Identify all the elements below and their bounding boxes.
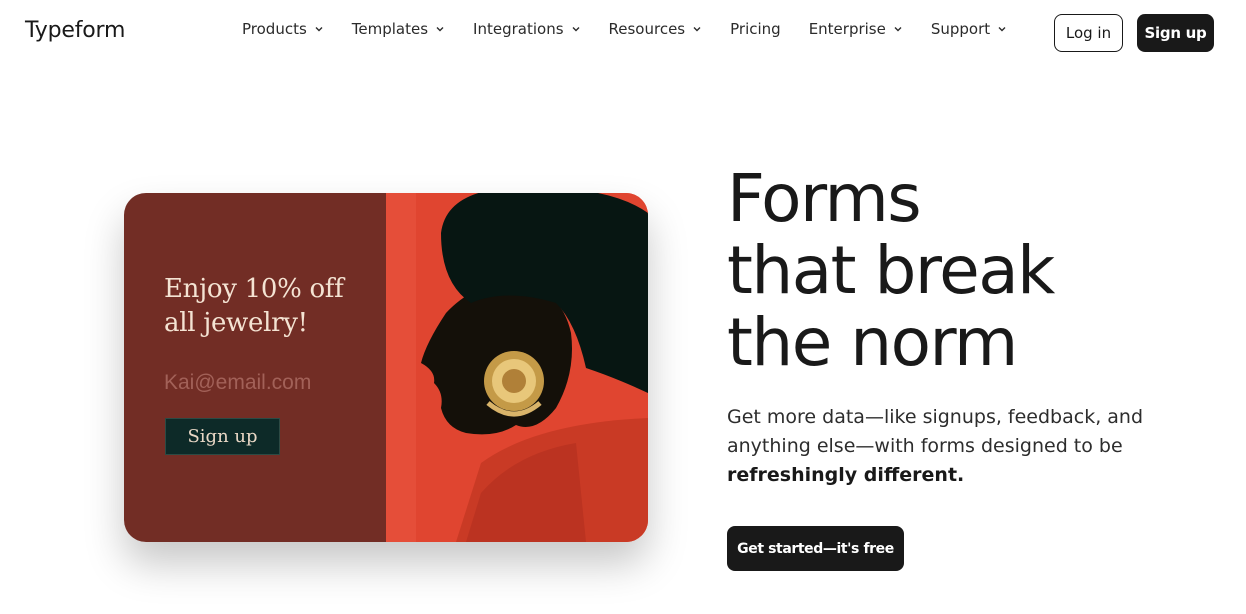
hero-title-line: the norm: [727, 304, 1018, 381]
nav-item-pricing[interactable]: Pricing: [730, 20, 781, 38]
nav-item-label: Integrations: [473, 20, 564, 38]
nav-item-label: Support: [930, 20, 991, 38]
hero-subtitle-text: Get more data—like signups, feedback, an…: [727, 406, 1144, 457]
card-signup-button: Sign up: [165, 418, 280, 455]
login-button[interactable]: Log in: [1054, 14, 1123, 52]
card-email-placeholder: Kai@email.com: [164, 371, 312, 394]
portrait-image: [386, 193, 648, 542]
nav-item-products[interactable]: Products: [242, 20, 324, 38]
chevron-down-icon: [572, 27, 580, 32]
nav-item-label: Templates: [351, 20, 429, 38]
chevron-down-icon: [693, 27, 701, 32]
chevron-down-icon: [315, 27, 323, 32]
main-nav: Products Templates Integrations Resource…: [242, 20, 1007, 38]
form-preview-card: Enjoy 10% off all jewelry! Kai@email.com…: [124, 193, 648, 542]
card-headline: Enjoy 10% off all jewelry!: [164, 272, 374, 340]
hero-title: Forms that break the norm: [727, 160, 1055, 381]
nav-item-label: Resources: [608, 20, 686, 38]
typeform-logo[interactable]: Typeform: [25, 18, 125, 43]
chevron-down-icon: [998, 27, 1006, 32]
site-header: Typeform Products Templates Integrations…: [0, 0, 1246, 64]
hero-title-line: that break: [727, 232, 1055, 309]
nav-item-templates[interactable]: Templates: [352, 20, 445, 38]
hero-subtitle-emphasis: refreshingly different.: [727, 464, 965, 486]
card-headline-line: all jewelry!: [164, 308, 308, 338]
nav-item-enterprise[interactable]: Enterprise: [809, 20, 903, 38]
nav-item-integrations[interactable]: Integrations: [473, 20, 580, 38]
portrait-silhouette-illustration: [386, 193, 648, 542]
chevron-down-icon: [436, 27, 444, 32]
chevron-down-icon: [894, 27, 902, 32]
nav-item-resources[interactable]: Resources: [609, 20, 703, 38]
card-form-panel: Enjoy 10% off all jewelry! Kai@email.com…: [124, 193, 386, 542]
get-started-button[interactable]: Get started—it's free: [727, 526, 904, 571]
card-headline-line: Enjoy 10% off: [164, 274, 344, 304]
nav-item-label: Pricing: [730, 20, 781, 38]
signup-button[interactable]: Sign up: [1137, 14, 1214, 52]
hero-subtitle: Get more data—like signups, feedback, an…: [727, 403, 1167, 490]
hero-title-line: Forms: [727, 160, 922, 237]
nav-item-label: Products: [242, 20, 307, 38]
nav-item-support[interactable]: Support: [931, 20, 1007, 38]
nav-item-label: Enterprise: [808, 20, 886, 38]
